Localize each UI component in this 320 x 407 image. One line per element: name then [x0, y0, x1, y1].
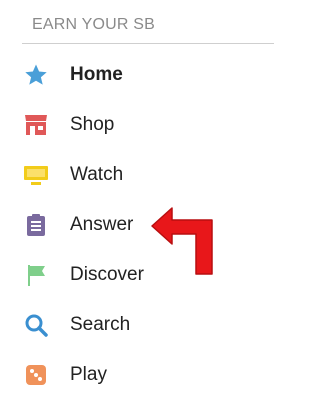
sidebar-item-search[interactable]: Search [22, 305, 222, 345]
sidebar-item-label: Play [70, 364, 107, 385]
sidebar-item-label: Home [70, 64, 123, 85]
sidebar-item-label: Search [70, 314, 131, 335]
clipboard-icon [22, 211, 50, 239]
shop-icon [22, 111, 50, 139]
sidebar-item-label: Shop [70, 114, 115, 135]
sidebar-item-label: Answer [70, 214, 134, 235]
section-header: EARN YOUR SB [22, 14, 274, 44]
sidebar-item-label: Discover [70, 264, 144, 285]
tv-icon [22, 161, 50, 189]
sidebar-item-shop[interactable]: Shop [22, 105, 222, 145]
sidebar-item-watch[interactable]: Watch [22, 155, 222, 195]
star-icon [22, 61, 50, 89]
sidebar-item-play[interactable]: Play [22, 355, 222, 395]
flag-icon [22, 261, 50, 289]
pointer-arrow-icon [150, 204, 218, 281]
section-title: EARN YOUR SB [32, 16, 156, 33]
magnifier-icon [22, 311, 50, 339]
dice-icon [22, 361, 50, 389]
sidebar-item-home[interactable]: Home [22, 55, 222, 95]
sidebar-item-label: Watch [70, 164, 124, 185]
